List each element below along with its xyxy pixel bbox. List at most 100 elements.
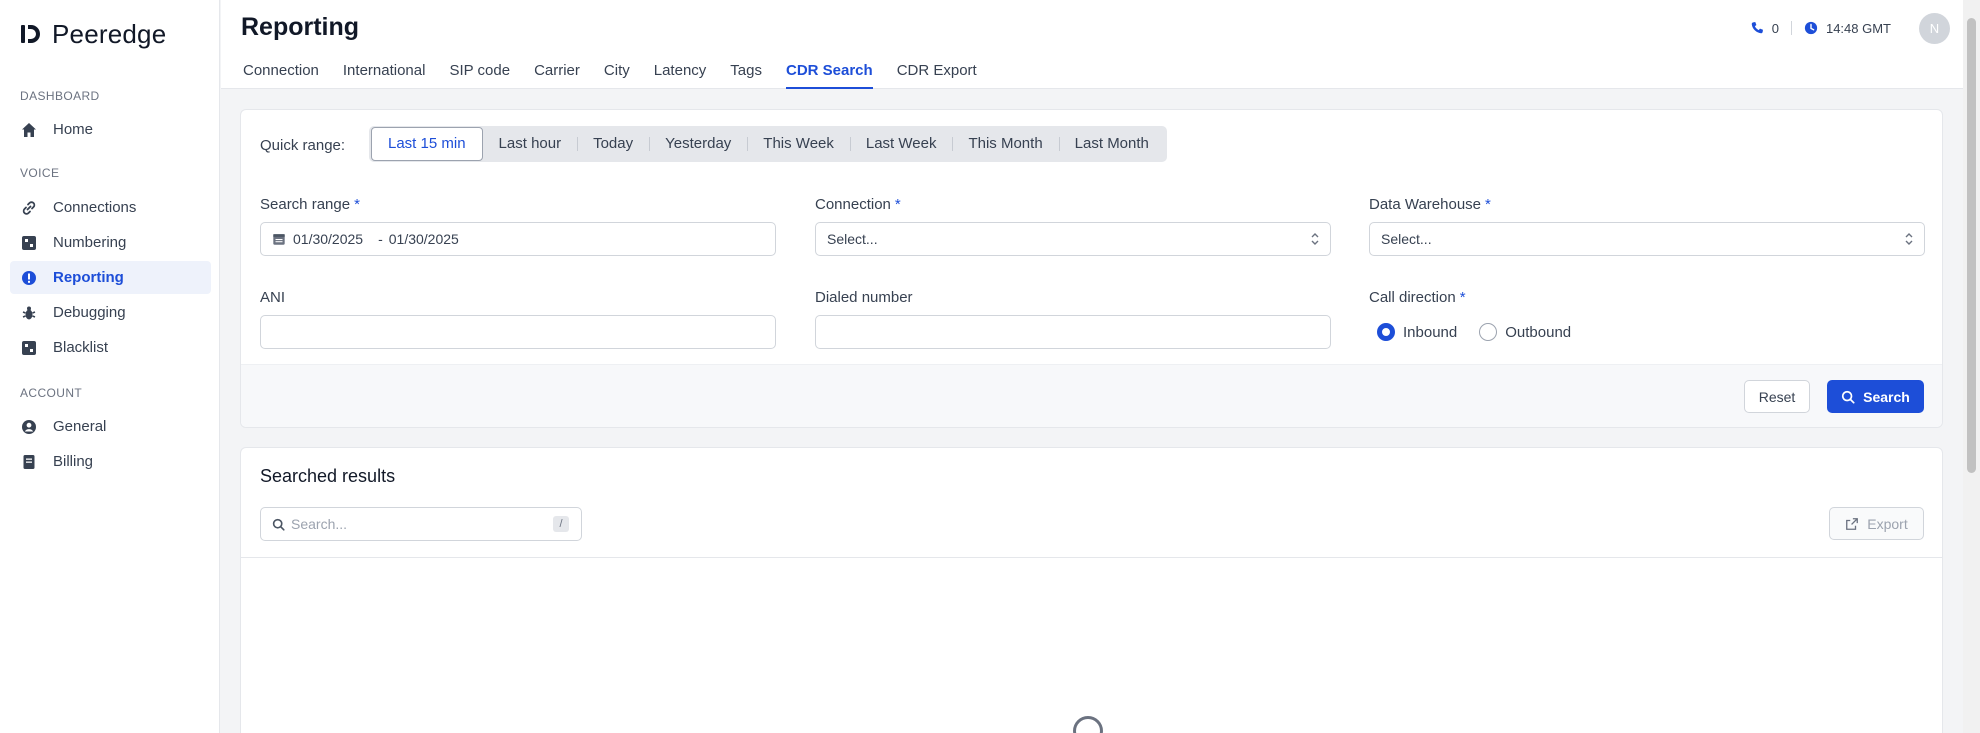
tab-city[interactable]: City bbox=[604, 58, 630, 89]
data-warehouse-select[interactable]: Select... bbox=[1369, 222, 1925, 256]
sidebar-item-connections[interactable]: Connections bbox=[10, 191, 211, 224]
required-mark: * bbox=[1485, 196, 1491, 213]
tab-tags[interactable]: Tags bbox=[730, 58, 762, 89]
phone-icon bbox=[1750, 21, 1764, 35]
tab-sip-code[interactable]: SIP code bbox=[449, 58, 510, 89]
clock-icon bbox=[1804, 21, 1818, 35]
connection-label: Connection * bbox=[815, 196, 901, 213]
active-calls[interactable]: 0 bbox=[1750, 21, 1779, 36]
sidebar-item-debugging[interactable]: Debugging bbox=[10, 296, 211, 329]
quick-range-yesterday[interactable]: Yesterday bbox=[649, 128, 747, 160]
outbound-radio[interactable] bbox=[1479, 323, 1498, 341]
header-divider bbox=[1790, 21, 1792, 35]
tab-connection[interactable]: Connection bbox=[243, 58, 319, 89]
sidebar-section-account: ACCOUNT bbox=[20, 386, 83, 400]
reset-button[interactable]: Reset bbox=[1744, 380, 1810, 413]
call-direction-options: Inbound Outbound bbox=[1377, 323, 1571, 341]
dialed-number-label: Dialed number bbox=[815, 289, 913, 306]
search-range-label: Search range * bbox=[260, 196, 360, 213]
search-button[interactable]: Search bbox=[1827, 380, 1924, 413]
home-icon bbox=[21, 122, 37, 138]
alert-circle-icon bbox=[21, 270, 37, 286]
outbound-radio-label[interactable]: Outbound bbox=[1505, 324, 1571, 341]
report-tabs: Connection International SIP code Carrie… bbox=[243, 58, 1001, 89]
quick-range-this-week[interactable]: This Week bbox=[747, 128, 850, 160]
form-actions: Reset Search bbox=[241, 364, 1942, 427]
sidebar-item-label: General bbox=[53, 418, 107, 435]
connection-select[interactable]: Select... bbox=[815, 222, 1331, 256]
export-button[interactable]: Export bbox=[1829, 507, 1924, 540]
export-button-label: Export bbox=[1867, 515, 1908, 532]
ani-input[interactable] bbox=[260, 315, 776, 349]
sidebar-item-label: Connections bbox=[53, 199, 137, 216]
brand-name: Peeredge bbox=[52, 18, 167, 49]
required-mark: * bbox=[354, 196, 360, 213]
sidebar-section-dashboard: DASHBOARD bbox=[20, 89, 100, 103]
sidebar-item-billing[interactable]: Billing bbox=[10, 445, 211, 478]
chevron-up-down-icon bbox=[1310, 231, 1320, 250]
data-warehouse-label-text: Data Warehouse bbox=[1369, 196, 1482, 213]
inbound-radio-label[interactable]: Inbound bbox=[1403, 324, 1457, 341]
page-header: Reporting Connection International SIP c… bbox=[221, 0, 1963, 89]
required-mark: * bbox=[1459, 289, 1466, 306]
date-range-from: 01/30/2025 bbox=[293, 231, 364, 247]
call-direction-label-text: Call direction bbox=[1369, 289, 1456, 306]
tab-international[interactable]: International bbox=[343, 58, 426, 89]
sidebar-item-home[interactable]: Home bbox=[10, 113, 211, 146]
ani-label: ANI bbox=[260, 289, 286, 306]
header-status: 0 14:48 GMT N bbox=[1750, 12, 1963, 44]
inbound-radio[interactable] bbox=[1377, 323, 1395, 341]
tab-cdr-search[interactable]: CDR Search bbox=[785, 58, 873, 89]
quick-range-group: Last 15 min Last hour Today Yesterday Th… bbox=[369, 126, 1167, 162]
sidebar-item-label: Numbering bbox=[53, 234, 127, 251]
search-icon bbox=[1841, 390, 1855, 404]
document-icon bbox=[21, 454, 37, 470]
results-search-input[interactable]: Search... / bbox=[260, 507, 582, 541]
connection-select-value: Select... bbox=[827, 231, 878, 247]
tab-latency[interactable]: Latency bbox=[654, 58, 707, 89]
search-icon bbox=[272, 518, 285, 531]
required-mark: * bbox=[894, 196, 901, 213]
current-time: 14:48 GMT bbox=[1825, 20, 1891, 36]
results-title: Searched results bbox=[260, 466, 396, 486]
quick-range-last-15-min[interactable]: Last 15 min bbox=[371, 127, 483, 161]
cdr-search-form: Quick range: Last 15 min Last hour Today… bbox=[240, 109, 1943, 428]
date-range-to: 01/30/2025 bbox=[388, 231, 459, 247]
tab-cdr-export[interactable]: CDR Export bbox=[897, 58, 977, 89]
link-icon bbox=[21, 200, 37, 216]
quick-range-this-month[interactable]: This Month bbox=[952, 128, 1058, 160]
data-warehouse-select-value: Select... bbox=[1381, 231, 1432, 247]
sidebar-item-label: Reporting bbox=[53, 269, 124, 286]
call-direction-label: Call direction * bbox=[1369, 289, 1466, 306]
avatar[interactable]: N bbox=[1919, 12, 1950, 44]
brand-logo[interactable]: Peeredge bbox=[20, 18, 166, 50]
quick-range-today[interactable]: Today bbox=[577, 128, 649, 160]
quick-range-last-week[interactable]: Last Week bbox=[849, 128, 953, 160]
search-results: Searched results Search... / Export bbox=[240, 447, 1943, 733]
data-warehouse-label: Data Warehouse * bbox=[1369, 196, 1491, 213]
sidebar-section-voice: VOICE bbox=[20, 166, 60, 180]
search-button-label: Search bbox=[1863, 388, 1910, 405]
date-range-picker[interactable]: 01/30/2025 - 01/30/2025 bbox=[260, 222, 776, 256]
results-search-placeholder: Search... bbox=[291, 516, 348, 532]
sidebar-item-numbering[interactable]: Numbering bbox=[10, 226, 211, 259]
sidebar: Peeredge DASHBOARD Home VOICE Connection… bbox=[0, 0, 220, 733]
scrollbar-thumb[interactable] bbox=[1967, 18, 1976, 473]
search-range-label-text: Search range bbox=[260, 196, 351, 213]
page-title: Reporting bbox=[241, 13, 360, 41]
sidebar-item-label: Home bbox=[53, 121, 94, 138]
quick-range-last-month[interactable]: Last Month bbox=[1058, 128, 1165, 160]
tab-carrier[interactable]: Carrier bbox=[534, 58, 580, 89]
bug-icon bbox=[21, 305, 37, 321]
dialed-number-input[interactable] bbox=[815, 315, 1331, 349]
clock-display: 14:48 GMT bbox=[1804, 21, 1891, 36]
sidebar-item-blacklist[interactable]: Blacklist bbox=[10, 331, 211, 364]
sidebar-item-reporting[interactable]: Reporting bbox=[10, 261, 211, 294]
sidebar-item-general[interactable]: General bbox=[10, 410, 211, 443]
user-circle-icon bbox=[21, 419, 37, 435]
external-link-icon bbox=[1845, 517, 1859, 531]
quick-range-last-hour[interactable]: Last hour bbox=[483, 128, 578, 160]
results-divider bbox=[241, 557, 1942, 558]
calendar-icon bbox=[272, 232, 286, 246]
page-scrollbar[interactable] bbox=[1963, 0, 1980, 733]
